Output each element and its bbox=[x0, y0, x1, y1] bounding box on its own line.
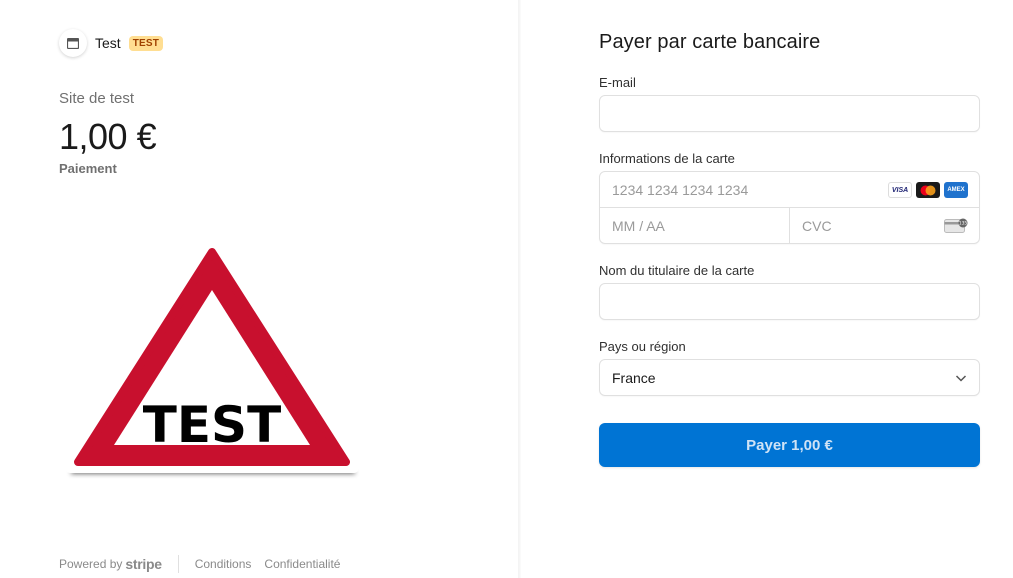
chevron-down-icon bbox=[955, 375, 967, 382]
terms-link[interactable]: Conditions bbox=[195, 557, 252, 571]
cvc-cell: 135 bbox=[790, 208, 979, 244]
product-summary-panel: Test TEST Site de test 1,00 € Paiement T… bbox=[0, 0, 518, 578]
cvc-card-icon: 135 bbox=[944, 218, 968, 233]
powered-by-label: Powered by bbox=[59, 557, 123, 571]
stripe-logo[interactable]: stripe bbox=[125, 556, 162, 572]
expiry-cell bbox=[600, 208, 790, 244]
privacy-link[interactable]: Confidentialité bbox=[264, 557, 340, 571]
cardholder-name-field[interactable] bbox=[599, 283, 980, 320]
test-mode-badge: TEST bbox=[128, 35, 164, 51]
amex-icon: AMEX bbox=[944, 182, 968, 198]
payment-form-panel: Payer par carte bancaire E-mail Informat… bbox=[521, 0, 1013, 578]
expiry-input[interactable] bbox=[600, 208, 789, 244]
cardholder-label: Nom du titulaire de la carte bbox=[599, 263, 755, 278]
pay-button[interactable]: Payer 1,00 € bbox=[599, 423, 980, 467]
email-field[interactable] bbox=[599, 95, 980, 132]
store-icon bbox=[59, 29, 87, 57]
card-info-label: Informations de la carte bbox=[599, 151, 735, 166]
card-info-group: VISA AMEX 135 bbox=[599, 171, 980, 244]
merchant-name: Test bbox=[95, 35, 121, 51]
footer-divider bbox=[177, 555, 179, 573]
merchant-header: Test TEST bbox=[59, 29, 164, 57]
product-name: Site de test bbox=[59, 90, 135, 107]
country-value: France bbox=[612, 369, 656, 386]
mastercard-icon bbox=[916, 182, 940, 198]
amount-subtitle: Paiement bbox=[59, 161, 117, 176]
product-amount: 1,00 € bbox=[59, 116, 157, 157]
footer: Powered by stripe Conditions Confidentia… bbox=[59, 554, 353, 574]
sign-text: TEST bbox=[143, 396, 281, 454]
form-title: Payer par carte bancaire bbox=[599, 31, 821, 53]
card-number-row: VISA AMEX bbox=[600, 172, 979, 208]
country-select[interactable]: France bbox=[599, 359, 980, 396]
country-label: Pays ou région bbox=[599, 339, 686, 354]
card-brands: VISA AMEX bbox=[888, 182, 968, 198]
product-image: TEST bbox=[62, 239, 362, 480]
visa-icon: VISA bbox=[888, 182, 912, 198]
email-label: E-mail bbox=[599, 75, 636, 90]
svg-text:135: 135 bbox=[959, 221, 968, 227]
